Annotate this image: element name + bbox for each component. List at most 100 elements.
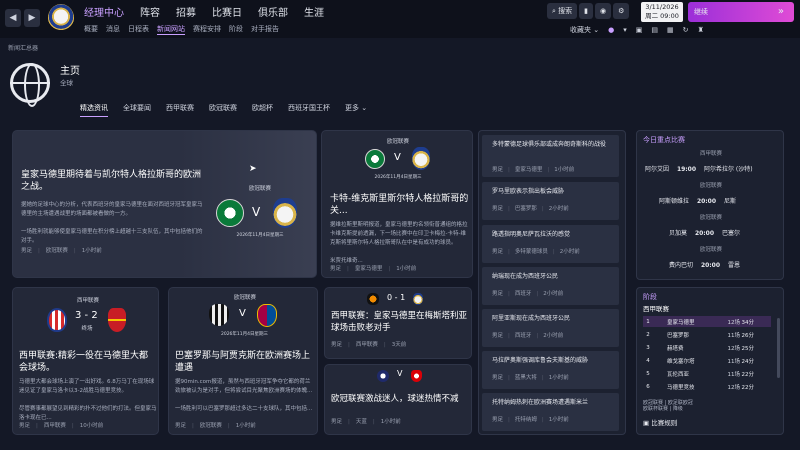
news-list-item[interactable]: 马拉萨奥斯强调库鲁会夫斯基的威胁 男足蓝黑大将1小时前 — [482, 351, 619, 389]
sub-nav: 概要 消息 日程表 新闻网站 赛程安排 阶段 对手报告 — [84, 24, 279, 35]
match-row[interactable]: 阿尔艾因 19:00 阿尔希拉尔 (沙特) — [645, 164, 777, 173]
standings-row[interactable]: 4 维戈塞尔塔 11场 24分 — [643, 355, 771, 366]
news-list-item[interactable]: 多特蒙德足球俱乐部或成奔朗奇斯科的战役 男足皇家马德里1小时前 — [482, 135, 619, 177]
news-list-item[interactable]: 纳瑞现在成为西班牙公民 男足西班牙2小时前 — [482, 267, 619, 305]
notes-icon[interactable]: ▮ — [579, 3, 594, 19]
search-button[interactable]: ⌕ 搜索 — [547, 3, 578, 19]
sub-nav-stages[interactable]: 阶段 — [229, 24, 243, 35]
sub-nav-inbox[interactable]: 消息 — [106, 24, 120, 35]
card2-meta: 男足皇家马德里1小时前 — [330, 264, 416, 272]
sub-nav-news[interactable]: 新闻网站 — [157, 24, 185, 35]
news-card-atleti[interactable]: 西甲联赛 3 - 2 终场 西甲联赛:精彩一役在马德里大都会球场。 马德里大都会… — [12, 287, 159, 435]
arsenal-badge-icon — [411, 370, 422, 382]
assistant-icon[interactable]: ● — [608, 26, 614, 34]
standings-league: 西甲联赛 — [643, 305, 669, 313]
news-card-valencia[interactable]: 0 - 1 西甲联赛：皇家马德里在梅斯塔利亚球场击败老对手 男足西甲联赛3天前 — [324, 287, 472, 359]
calendar-icon[interactable]: ▦ — [667, 26, 674, 34]
tab-copa[interactable]: 西班牙国王杯 — [288, 103, 330, 117]
kit-icon[interactable]: ▣ — [636, 26, 643, 34]
main-nav-club[interactable]: 俱乐部 — [258, 4, 288, 19]
shirt-icon[interactable]: ▾ — [623, 26, 627, 34]
card5-title: 西甲联赛：皇家马德里在梅斯塔利亚球场击败老对手 — [331, 311, 468, 333]
barcelona-badge-icon — [257, 304, 277, 327]
featured-title: 皇家马德里期待着与凯尔特人格拉斯哥的欧洲之战。 — [21, 170, 202, 192]
card4-title: 巴塞罗那与阿贾克斯在欧洲赛场上遭遇 — [175, 351, 311, 373]
celtic-badge-icon — [216, 199, 244, 227]
match-row[interactable]: 贝加莫 20:00 巴塞尔 — [645, 228, 777, 237]
standings-scrollbar[interactable] — [777, 318, 780, 378]
featured-meta: 男足欧冠联赛1小时前 — [21, 246, 102, 254]
gear-icon[interactable]: ⚙ — [613, 3, 630, 19]
card2-body: 据维拉斯里斯明报道，皇家马德里的名领衔普通组的格拉卡维克斯提前透漏，下一场比赛中… — [330, 222, 468, 264]
main-nav-career[interactable]: 生涯 — [304, 4, 324, 19]
tab-supercup[interactable]: 欧超杯 — [252, 103, 273, 117]
valencia-badge-icon — [367, 293, 379, 305]
card2-comp: 欧冠联赛 — [386, 139, 409, 145]
main-nav-manager[interactable]: 经理中心 — [84, 4, 124, 19]
standings-row[interactable]: 1 皇家马德里 12场 34分 — [643, 316, 771, 327]
news-list-item[interactable]: 阿里亚斯现在成为西班牙公民 男足西班牙2小时前 — [482, 309, 619, 347]
date-display[interactable]: 3/11/2026 周二 09:00 — [641, 2, 683, 22]
tab-laliga[interactable]: 西甲联赛 — [166, 103, 194, 117]
featured-news-card[interactable]: 皇家马德里期待着与凯尔特人格拉斯哥的欧洲之战。 据她的足球中心的分析，代表西班牙… — [12, 130, 317, 278]
match-row[interactable]: 阿斯顿维拉 20:00 尼斯 — [645, 196, 777, 205]
card4-date: 2026年11月4日星期三 — [220, 332, 269, 337]
news-icon[interactable]: ▤ — [651, 26, 658, 34]
standings-row[interactable]: 6 马德里竞技 12场 22分 — [643, 381, 771, 392]
news-list-item[interactable]: 托特纳姆热刺在欧洲赛场遭遇斯米兰 男足托特纳姆1小时前 — [482, 393, 619, 431]
page-title: 主页 — [60, 66, 80, 77]
database-icon[interactable]: ◉ — [595, 3, 612, 19]
favorites-dropdown[interactable]: 收藏夹 ⌄ — [570, 25, 599, 35]
sub-nav-fixtures[interactable]: 赛程安排 — [193, 24, 221, 35]
trophy-icon[interactable]: ♜ — [697, 26, 703, 34]
news-list-item[interactable]: 路透指明奥尼萨瓦拉沃的感觉 男足多特蒙德球员2小时前 — [482, 225, 619, 263]
main-nav-matchday[interactable]: 比赛日 — [212, 4, 242, 19]
mallorca-badge-icon — [108, 308, 126, 332]
refresh-icon[interactable]: ↻ — [683, 26, 689, 34]
tab-featured[interactable]: 精选资讯 — [80, 103, 108, 117]
card4-meta: 男足欧冠联赛1小时前 — [175, 421, 256, 429]
mouse-cursor-icon: ➤ — [249, 164, 257, 174]
sub-nav-calendar[interactable]: 日程表 — [128, 24, 149, 35]
card4-body: 据90min.com报道，虽然与西班牙冠军争夺它都的荷兰劲旅被认为是对手，但将尝… — [175, 379, 313, 412]
sub-nav-opponent[interactable]: 对手报告 — [251, 24, 279, 35]
back-button[interactable]: ◀ — [5, 9, 21, 27]
tab-ucl[interactable]: 欧冠联赛 — [209, 103, 237, 117]
sub-nav-overview[interactable]: 概要 — [84, 24, 98, 35]
card6-meta: 男足天蓝1小时前 — [331, 417, 401, 425]
news-card-kroos[interactable]: 欧冠联赛 V 2026年11月4日星期三 卡特-维克斯里斯尔特人格拉斯哥的关..… — [321, 130, 473, 278]
main-nav-squad[interactable]: 阵容 — [140, 4, 160, 19]
standings-row[interactable]: 5 瓦伦西亚 11场 22分 — [643, 368, 771, 379]
match-row[interactable]: 费内巴切 20:00 雷恩 — [645, 260, 777, 269]
breadcrumb[interactable]: 新闻汇总器 — [8, 43, 38, 52]
standings-row[interactable]: 2 巴塞罗那 11场 26分 — [643, 329, 771, 340]
card6-title: 欧冠联赛激战迷人，球迷热情不减 — [331, 394, 459, 404]
real-madrid-badge-icon — [273, 198, 297, 228]
featured-body: 据她的足球中心的分析，代表西班牙的皇家马德里在面对西班牙冠军皇家马德里的主场遭遇… — [21, 202, 203, 244]
card2-title: 卡特-维克斯里斯尔特人格拉斯哥的关... — [330, 194, 469, 216]
continue-button[interactable]: 继续 » — [688, 2, 794, 22]
atletico-badge-icon — [47, 308, 67, 332]
news-card-barca[interactable]: 欧冠联赛 V 2026年11月4日星期三 巴塞罗那与阿贾克斯在欧洲赛场上遭遇 据… — [168, 287, 318, 435]
card3-score: 3 - 2 — [75, 310, 98, 321]
featured-vs: V — [252, 205, 261, 219]
forward-button[interactable]: ▶ — [24, 9, 40, 27]
standings-row[interactable]: 3 赫塔费 12场 25分 — [643, 342, 771, 353]
tab-global[interactable]: 全球要闻 — [123, 103, 151, 117]
toolbar: ⌕ 搜索 ▮ ◉ ⚙ — [547, 3, 630, 19]
news-tabs: 精选资讯 全球要闻 西甲联赛 欧冠联赛 欧超杯 西班牙国王杯 更多 ⌄ — [80, 103, 367, 117]
tab-more[interactable]: 更多 ⌄ — [345, 103, 367, 117]
news-list-item[interactable]: 罗马里欧表示指出板会威胁 男足巴塞罗那2小时前 — [482, 182, 619, 220]
card3-meta: 男足西甲联赛10小时前 — [19, 421, 103, 429]
club-crest-icon[interactable] — [48, 4, 74, 32]
standings-header: 阶段 — [643, 293, 657, 301]
standings-panel: 阶段 西甲联赛 1 皇家马德里 12场 34分 2 巴塞罗那 11场 26分 3 赫塔费 12场… — [636, 287, 784, 435]
fast-forward-icon: » — [777, 6, 784, 17]
card5-meta: 男足西甲联赛3天前 — [331, 340, 406, 348]
rules-button[interactable]: ▣ 比赛规则 — [643, 417, 677, 427]
main-nav-recruit[interactable]: 招募 — [176, 4, 196, 19]
ajax-badge-icon — [209, 304, 229, 326]
real-madrid-badge-icon — [413, 293, 423, 305]
news-card-ucl-fans[interactable]: V 欧冠联赛激战迷人，球迷热情不减 男足天蓝1小时前 — [324, 364, 472, 435]
date-day: 3/11/2026 — [645, 3, 679, 11]
